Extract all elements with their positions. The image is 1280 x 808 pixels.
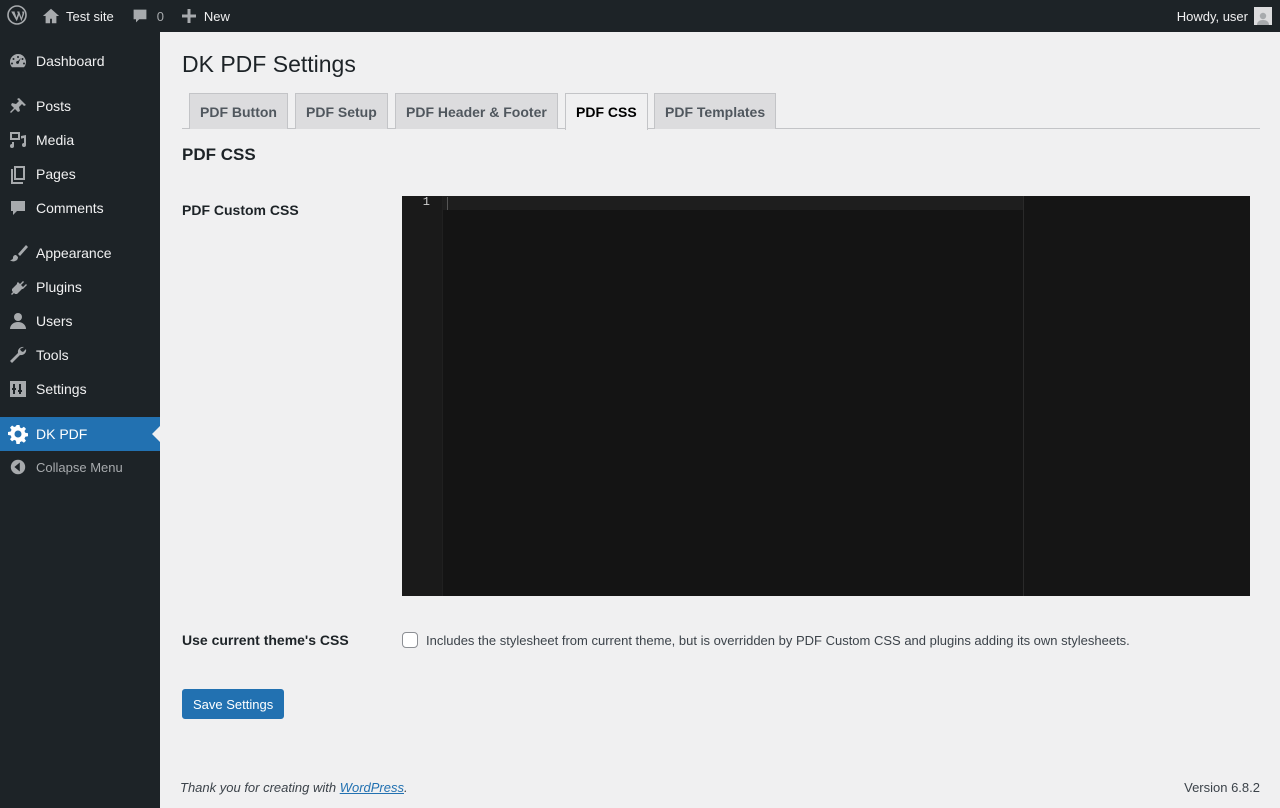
footer-thanks-prefix: Thank you for creating with — [180, 780, 340, 795]
plug-icon — [0, 277, 36, 297]
sidebar-item-label: Appearance — [36, 245, 112, 261]
pages-icon — [0, 164, 36, 184]
collapse-menu-label: Collapse Menu — [36, 459, 123, 475]
sidebar-item-media[interactable]: Media — [0, 123, 160, 157]
text-cursor — [447, 197, 448, 210]
page-title: DK PDF Settings — [182, 51, 356, 77]
home-icon — [42, 7, 66, 25]
sidebar-item-settings[interactable]: Settings — [0, 372, 160, 406]
tab-pdf-templates[interactable]: PDF Templates — [654, 93, 777, 129]
editor-gutter: 1 — [402, 196, 443, 596]
sidebar-item-label: Pages — [36, 166, 76, 182]
tab-pdf-button[interactable]: PDF Button — [189, 93, 288, 129]
version-label: Version 6.8.2 — [1184, 780, 1260, 795]
wordpress-logo-icon — [7, 4, 27, 28]
sidebar-item-plugins[interactable]: Plugins — [0, 270, 160, 304]
print-margin-line — [1023, 196, 1024, 596]
site-name-label: Test site — [66, 8, 114, 24]
settings-icon — [0, 379, 36, 399]
sidebar-item-appearance[interactable]: Appearance — [0, 236, 160, 270]
section-title: PDF CSS — [182, 145, 256, 164]
print-margin-area — [1024, 196, 1250, 596]
tab-pdf-css[interactable]: PDF CSS — [565, 93, 648, 130]
comments-count: 0 — [156, 8, 164, 24]
sidebar-item-pages[interactable]: Pages — [0, 157, 160, 191]
settings-tabs: PDF Button PDF Setup PDF Header & Footer… — [182, 93, 1260, 130]
user-icon — [0, 311, 36, 331]
admin-bar: Test site 0 New Howdy, user — [0, 0, 1280, 32]
sidebar-item-label: Tools — [36, 347, 69, 363]
theme-css-checkbox[interactable] — [402, 632, 418, 648]
admin-sidebar: Dashboard Posts Media Pages Comments App… — [0, 32, 160, 808]
sidebar-item-label: Posts — [36, 98, 72, 114]
footer-thanks: Thank you for creating with WordPress. — [180, 780, 408, 795]
sidebar-item-dk-pdf[interactable]: DK PDF — [0, 417, 160, 451]
save-settings-button[interactable]: Save Settings — [182, 689, 285, 719]
sidebar-item-label: Users — [36, 313, 73, 329]
sidebar-item-posts[interactable]: Posts — [0, 89, 160, 123]
custom-css-label: PDF Custom CSS — [182, 202, 299, 218]
sidebar-item-label: Media — [36, 132, 75, 148]
plus-icon — [181, 9, 204, 23]
my-account-link[interactable]: Howdy, user — [1177, 0, 1280, 32]
sidebar-item-tools[interactable]: Tools — [0, 338, 160, 372]
sidebar-item-label: DK PDF — [36, 426, 88, 442]
tab-pdf-setup[interactable]: PDF Setup — [295, 93, 388, 129]
howdy-label: Howdy, user — [1176, 8, 1248, 24]
theme-css-label: Use current theme's CSS — [182, 632, 349, 648]
tab-pdf-header-footer[interactable]: PDF Header & Footer — [395, 93, 558, 129]
new-label: New — [203, 8, 230, 24]
new-content-link[interactable]: New — [174, 0, 238, 32]
theme-css-description: Includes the stylesheet from current the… — [426, 633, 1130, 648]
footer-thanks-suffix: . — [404, 780, 408, 795]
brush-icon — [0, 243, 36, 263]
dashboard-icon — [0, 51, 36, 71]
media-icon — [0, 130, 36, 150]
collapse-arrow-icon — [0, 458, 36, 476]
sidebar-item-comments[interactable]: Comments — [0, 191, 160, 225]
comments-link[interactable]: 0 — [124, 0, 174, 32]
wordpress-logo-button[interactable] — [0, 0, 34, 32]
sidebar-item-label: Comments — [36, 200, 104, 216]
sidebar-item-users[interactable]: Users — [0, 304, 160, 338]
wrench-icon — [0, 345, 36, 365]
site-name-link[interactable]: Test site — [34, 0, 124, 32]
gear-icon — [0, 424, 36, 444]
sidebar-item-label: Plugins — [36, 279, 82, 295]
comment-icon — [0, 198, 36, 218]
sidebar-item-label: Settings — [36, 381, 87, 397]
collapse-menu-button[interactable]: Collapse Menu — [0, 450, 160, 484]
sidebar-item-label: Dashboard — [36, 53, 105, 69]
avatar — [1254, 7, 1272, 25]
css-code-editor[interactable]: 1 — [402, 196, 1250, 596]
pin-icon — [0, 96, 36, 116]
line-number: 1 — [422, 196, 430, 209]
comment-bubble-icon — [132, 8, 157, 24]
wordpress-link[interactable]: WordPress — [340, 780, 404, 795]
sidebar-item-dashboard[interactable]: Dashboard — [0, 44, 160, 78]
